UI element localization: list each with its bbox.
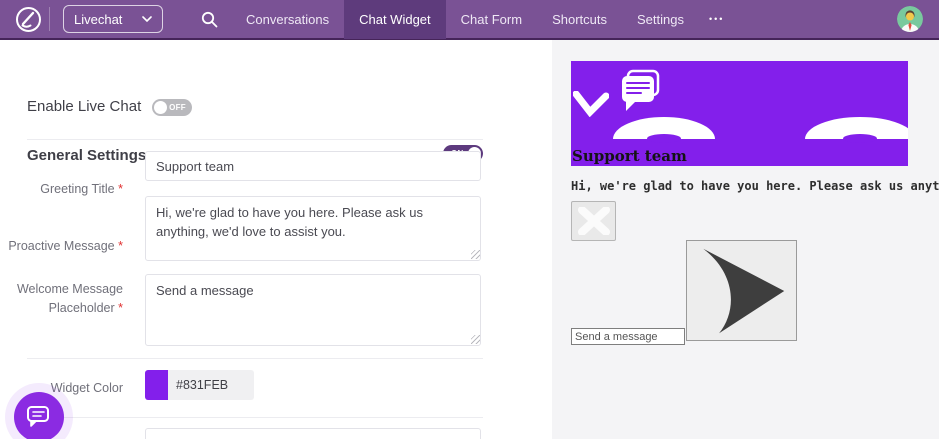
greeting-title-input[interactable]: [145, 151, 481, 181]
proactive-message-label: Proactive Message *: [8, 239, 123, 253]
preview-message-input[interactable]: [571, 328, 685, 345]
navbar-divider: [49, 7, 50, 31]
color-swatch[interactable]: [145, 370, 168, 400]
main-content: Enable Live Chat OFF General Settings ON…: [0, 40, 939, 439]
cutoff-bottom-input[interactable]: [145, 428, 481, 439]
nav-item-chat-widget[interactable]: Chat Widget: [344, 0, 446, 39]
decorative-curve: [805, 117, 908, 143]
enable-live-chat-toggle[interactable]: OFF: [152, 99, 192, 116]
toggle-knob: [154, 101, 167, 114]
avatar-person-icon: [897, 6, 923, 32]
more-menu-button[interactable]: •••: [699, 0, 734, 39]
minimize-chevron-icon[interactable]: [573, 91, 609, 117]
section-divider: [27, 139, 483, 140]
nav-item-conversations[interactable]: Conversations: [231, 0, 344, 39]
resize-grip[interactable]: [471, 335, 480, 344]
nav-item-shortcuts[interactable]: Shortcuts: [537, 0, 622, 39]
resize-grip[interactable]: [471, 250, 480, 259]
section-divider: [27, 358, 483, 359]
enable-live-chat-label: Enable Live Chat: [27, 98, 142, 115]
curve-notch: [647, 134, 681, 143]
general-settings-title: General Settings: [27, 147, 147, 164]
close-x-icon: [577, 207, 610, 235]
section-divider: [27, 417, 483, 418]
required-asterisk: *: [118, 300, 123, 315]
welcome-placeholder-textarea[interactable]: Send a message: [145, 274, 481, 346]
chat-bubble-icon: [27, 406, 49, 427]
top-navbar: Livechat Conversations Chat Widget Chat …: [0, 0, 939, 40]
chat-bubbles-icon: [622, 69, 660, 111]
proactive-message-textarea[interactable]: Hi, we're glad to have you here. Please …: [145, 196, 481, 261]
toggle-state-label: OFF: [169, 103, 186, 112]
app-logo[interactable]: [13, 4, 43, 34]
user-avatar[interactable]: [897, 6, 923, 32]
widget-color-label: Widget Color: [50, 381, 123, 395]
widget-color-picker[interactable]: #831FEB: [145, 370, 254, 400]
logo-icon: [15, 6, 41, 32]
welcome-placeholder-label: Welcome Message Placeholder *: [16, 282, 123, 315]
product-selector-label: Livechat: [74, 11, 123, 27]
preview-close-button[interactable]: [571, 201, 616, 241]
required-asterisk: *: [118, 239, 123, 253]
search-icon: [201, 11, 217, 27]
navbar-menu: Conversations Chat Widget Chat Form Shor…: [231, 0, 734, 39]
color-hex-value: #831FEB: [168, 370, 254, 400]
chat-widget-settings-panel: Enable Live Chat OFF General Settings ON…: [0, 40, 552, 439]
decorative-curve: [613, 117, 715, 143]
chat-launcher-button[interactable]: [14, 392, 64, 439]
product-selector-dropdown[interactable]: Livechat: [63, 5, 163, 33]
chevron-down-icon: [142, 16, 152, 22]
required-asterisk: *: [118, 182, 123, 196]
nav-item-settings[interactable]: Settings: [622, 0, 699, 39]
chat-widget-preview-panel: Support team Hi, we're glad to have you …: [552, 40, 939, 439]
search-button[interactable]: [197, 7, 221, 31]
nav-item-chat-form[interactable]: Chat Form: [446, 0, 537, 39]
preview-proactive-message: Hi, we're glad to have you here. Please …: [571, 179, 939, 193]
preview-greeting-title: Support team: [572, 147, 687, 165]
curve-notch: [843, 134, 877, 143]
preview-send-button[interactable]: [686, 240, 797, 341]
greeting-title-label: Greeting Title *: [40, 182, 123, 196]
preview-widget-header: Support team: [571, 61, 908, 166]
send-arrow-icon: [702, 248, 784, 333]
